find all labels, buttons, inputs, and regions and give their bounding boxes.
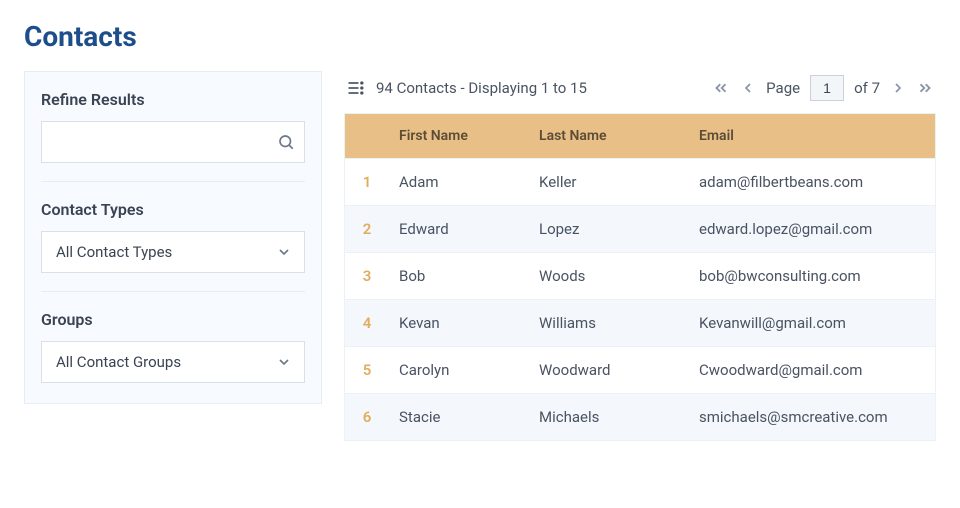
row-index: 3	[345, 253, 389, 299]
table-body: 1AdamKelleradam@filbertbeans.com2EdwardL…	[345, 158, 935, 440]
row-last-name: Williams	[529, 300, 689, 346]
row-email: Cwoodward@gmail.com	[689, 347, 935, 393]
contact-types-selected-label: All Contact Types	[56, 243, 172, 261]
row-email: smichaels@smcreative.com	[689, 394, 935, 440]
pager-last-icon[interactable]	[916, 79, 934, 97]
search-input[interactable]	[41, 121, 305, 163]
chevron-down-icon	[276, 354, 292, 370]
col-email[interactable]: Email	[689, 114, 935, 158]
groups-section: Groups All Contact Groups	[41, 291, 305, 383]
contact-types-select[interactable]: All Contact Types	[41, 231, 305, 273]
table-row[interactable]: 6StacieMichaelssmichaels@smcreative.com	[345, 393, 935, 440]
pager-page-input[interactable]	[810, 75, 844, 101]
row-first-name: Adam	[389, 159, 529, 205]
col-index	[345, 114, 389, 158]
row-last-name: Keller	[529, 159, 689, 205]
table-header: First Name Last Name Email	[345, 114, 935, 158]
refine-results-heading: Refine Results	[41, 90, 305, 109]
contact-types-heading: Contact Types	[41, 200, 305, 219]
row-first-name: Stacie	[389, 394, 529, 440]
row-index: 6	[345, 394, 389, 440]
row-first-name: Kevan	[389, 300, 529, 346]
row-email: adam@filbertbeans.com	[689, 159, 935, 205]
row-first-name: Carolyn	[389, 347, 529, 393]
contact-types-section: Contact Types All Contact Types	[41, 181, 305, 273]
col-first-name[interactable]: First Name	[389, 114, 529, 158]
pager-page-label: Page	[766, 79, 800, 97]
row-last-name: Woodward	[529, 347, 689, 393]
row-last-name: Michaels	[529, 394, 689, 440]
contacts-summary: 94 Contacts - Displaying 1 to 15	[376, 79, 587, 97]
page-title: Contacts	[24, 20, 936, 53]
row-first-name: Edward	[389, 206, 529, 252]
list-settings-icon[interactable]	[346, 78, 366, 98]
table-row[interactable]: 2EdwardLopezedward.lopez@gmail.com	[345, 205, 935, 252]
row-last-name: Lopez	[529, 206, 689, 252]
table-row[interactable]: 3BobWoodsbob@bwconsulting.com	[345, 252, 935, 299]
contacts-table: First Name Last Name Email 1AdamKellerad…	[344, 113, 936, 441]
pager: Page of 7	[712, 75, 934, 101]
row-email: Kevanwill@gmail.com	[689, 300, 935, 346]
row-email: edward.lopez@gmail.com	[689, 206, 935, 252]
refine-sidebar: Refine Results Contact Types All Contact…	[24, 71, 322, 404]
groups-select[interactable]: All Contact Groups	[41, 341, 305, 383]
table-row[interactable]: 4KevanWilliamsKevanwill@gmail.com	[345, 299, 935, 346]
pager-next-icon[interactable]	[890, 80, 906, 96]
row-index: 1	[345, 159, 389, 205]
chevron-down-icon	[276, 244, 292, 260]
row-index: 2	[345, 206, 389, 252]
row-index: 4	[345, 300, 389, 346]
table-row[interactable]: 5CarolynWoodwardCwoodward@gmail.com	[345, 346, 935, 393]
refine-results-section: Refine Results	[41, 90, 305, 163]
col-last-name[interactable]: Last Name	[529, 114, 689, 158]
pager-prev-icon[interactable]	[740, 80, 756, 96]
contacts-toolbar: 94 Contacts - Displaying 1 to 15 Page of…	[344, 71, 936, 113]
groups-heading: Groups	[41, 310, 305, 329]
groups-selected-label: All Contact Groups	[56, 353, 181, 371]
row-last-name: Woods	[529, 253, 689, 299]
row-index: 5	[345, 347, 389, 393]
contacts-main: 94 Contacts - Displaying 1 to 15 Page of…	[344, 71, 936, 441]
pager-of-label: of 7	[854, 79, 880, 97]
pager-first-icon[interactable]	[712, 79, 730, 97]
row-email: bob@bwconsulting.com	[689, 253, 935, 299]
table-row[interactable]: 1AdamKelleradam@filbertbeans.com	[345, 158, 935, 205]
row-first-name: Bob	[389, 253, 529, 299]
